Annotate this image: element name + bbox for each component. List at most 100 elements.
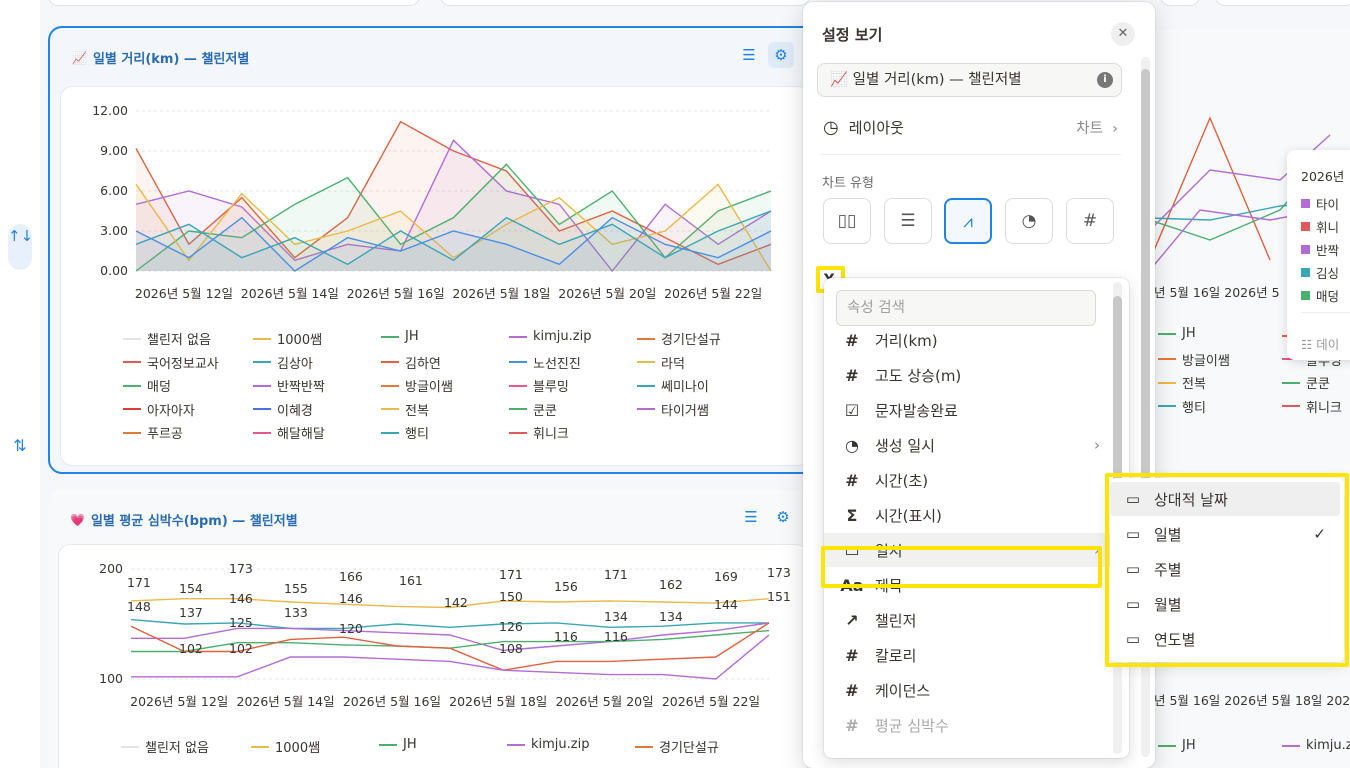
legend-swatch (253, 337, 271, 340)
legend-item[interactable]: 이혜경 (253, 400, 313, 419)
property-label: 생성 일시 (875, 436, 935, 455)
legend-swatch (379, 743, 397, 746)
tooltip-item: 매덩 (1301, 286, 1339, 305)
legend-item[interactable]: 라덕 (637, 353, 685, 372)
property-search-input[interactable]: 속성 검색 (836, 290, 1096, 326)
legend-swatch (123, 361, 141, 363)
filter-icon[interactable]: ☰ (738, 504, 764, 530)
layout-clock-icon: ◷ (823, 116, 839, 138)
legend-item[interactable]: 행티 (381, 423, 429, 442)
legend-item[interactable]: 경기단설규 (637, 329, 721, 348)
property-type-icon: Σ (846, 505, 858, 525)
line-chart-icon[interactable]: ⩘ (944, 198, 992, 244)
horizontal-bar-chart-icon[interactable]: ☰ (884, 198, 932, 244)
card-title: 📈 일별 거리(km) — 챌린저별 (72, 48, 250, 68)
legend-item[interactable]: 해달해달 (253, 423, 325, 442)
legend-item[interactable]: 타이거쌤 (637, 400, 709, 419)
property-item[interactable]: # 거리(km) (824, 323, 1114, 357)
card-title-text: 일별 거리(km) — 챌린저별 (92, 52, 250, 67)
settings-sliders-icon[interactable]: ⚙ (770, 504, 796, 530)
legend-item[interactable]: 아자아자 (123, 400, 195, 419)
legend-label: 1000쌤 (277, 333, 323, 348)
legend-label: 휘니크 (533, 427, 569, 442)
legend-item[interactable]: 김하연 (381, 353, 441, 372)
legend-label: 챌린저 없음 (145, 741, 209, 756)
layout-label: 레이아웃 (848, 118, 904, 137)
legend-swatch (121, 745, 139, 748)
drag-move-icon[interactable]: ⇅ (8, 434, 32, 458)
legend-label: 아자아자 (147, 403, 195, 419)
card-above-3 (1160, 0, 1200, 6)
legend-item[interactable]: 휘니크 (509, 423, 569, 442)
view-name-value: 일별 거리(km) — 챌린저별 (852, 72, 1022, 88)
property-item[interactable]: ◔ 생성 일시 › (824, 428, 1114, 462)
legend-item[interactable]: 쎄미나이 (637, 376, 709, 395)
info-icon[interactable]: i (1097, 72, 1113, 88)
chart-card-heartrate[interactable]: 💗 일별 평균 심박수(bpm) — 챌린저별 ☰ ⚙ 171 148 154 137… (48, 490, 818, 768)
y-tick-label: 100 (99, 671, 123, 686)
property-item[interactable]: ↗ 챌린저 (824, 603, 1114, 637)
property-item[interactable]: # 시간(초) (824, 463, 1114, 497)
left-rail: ↑↓ ⇅ (0, 0, 40, 768)
legend-item[interactable]: 쿤쿤 (509, 400, 557, 419)
data-label: 116 (554, 629, 578, 644)
property-item[interactable]: Σ 시간(표시) (824, 498, 1114, 532)
legend-item[interactable]: 매덩 (123, 376, 171, 395)
legend-swatch (637, 408, 655, 410)
chart-legend: 챌린저 없음 1000쌤 JH kimju.zip 경기단설규 (121, 737, 801, 768)
legend-item[interactable]: 챌린저 없음 (121, 737, 209, 756)
legend-item[interactable]: 전복 (381, 400, 429, 419)
property-item[interactable]: # 케이던스 (824, 673, 1114, 707)
legend-item[interactable]: 반짝반짝 (253, 376, 325, 395)
filter-icon[interactable]: ☰ (736, 42, 762, 68)
legend-label: kimju.zip (531, 737, 590, 752)
view-name-field[interactable]: 📈 일별 거리(km) — 챌린저별 i (817, 63, 1122, 97)
legend-item[interactable]: JH (381, 329, 419, 344)
card-title-text: 일별 평균 심박수(bpm) — 챌린저별 (90, 514, 298, 529)
tooltip-item: 휘니 (1301, 217, 1339, 236)
number-chart-icon[interactable]: # (1066, 198, 1114, 244)
reorder-arrows-icon[interactable]: ↑↓ (8, 224, 33, 270)
legend-item[interactable]: 김상아 (253, 353, 313, 372)
vertical-bar-chart-icon[interactable]: ▯▯ (823, 198, 871, 244)
settings-sliders-icon[interactable]: ⚙ (768, 42, 794, 68)
legend-label: 행티 (1182, 400, 1206, 416)
property-item[interactable]: # 고도 상승(m) (824, 358, 1114, 392)
series-line[interactable] (131, 634, 770, 680)
legend-item[interactable]: 챌린저 없음 (123, 329, 211, 348)
card-above-2 (440, 0, 810, 6)
legend-swatch (381, 408, 399, 410)
legend-label: 방글이쌤 (405, 380, 453, 395)
legend-item[interactable]: 푸르공 (123, 423, 183, 442)
highlight-datetime-item (821, 546, 1102, 588)
legend-item[interactable]: kimju.zip (509, 329, 591, 344)
legend-item[interactable]: 1000쌤 (251, 737, 320, 756)
legend-label: 쎄미나이 (661, 380, 709, 395)
legend-label: 경기단설규 (661, 333, 721, 348)
legend-item[interactable]: 1000쌤 (253, 329, 322, 348)
x-tick-label: 2026년 5월 12일 (134, 286, 234, 301)
legend-swatch (253, 361, 271, 363)
legend-item[interactable]: 노선진진 (509, 353, 581, 372)
donut-chart-icon[interactable]: ◔ (1005, 198, 1053, 244)
property-item[interactable]: # 평균 심박수 (824, 708, 1114, 742)
x-tick-label: 2026년 5월 12일 (130, 694, 229, 709)
data-label: 134 (604, 609, 628, 624)
series-line (1150, 116, 1271, 261)
legend-item[interactable]: 경기단설규 (635, 737, 719, 756)
close-icon[interactable]: ✕ (1111, 22, 1135, 46)
x-tick-label: 2026년 5월 22일 (661, 694, 760, 709)
chart-card-distance[interactable]: 📈 일별 거리(km) — 챌린저별 ☰ ⚙ 12.00 9.00 6.00 3.00… (48, 26, 818, 474)
legend-item[interactable]: 방글이쌤 (381, 376, 453, 395)
legend-item[interactable]: 블루밍 (509, 376, 569, 395)
data-label: 120 (339, 621, 363, 636)
legend-swatch (509, 335, 527, 338)
legend-item[interactable]: JH (379, 737, 417, 752)
layout-row[interactable]: ◷ 레이아웃 차트 › (823, 114, 1118, 140)
data-label: 171 (127, 575, 151, 590)
property-item[interactable]: # 칼로리 (824, 638, 1114, 672)
property-item[interactable]: ☑ 문자발송완료 (824, 393, 1114, 427)
legend-item[interactable]: kimju.zip (507, 737, 589, 752)
legend-swatch (253, 431, 271, 434)
legend-item[interactable]: 국어정보교사 (123, 353, 219, 372)
